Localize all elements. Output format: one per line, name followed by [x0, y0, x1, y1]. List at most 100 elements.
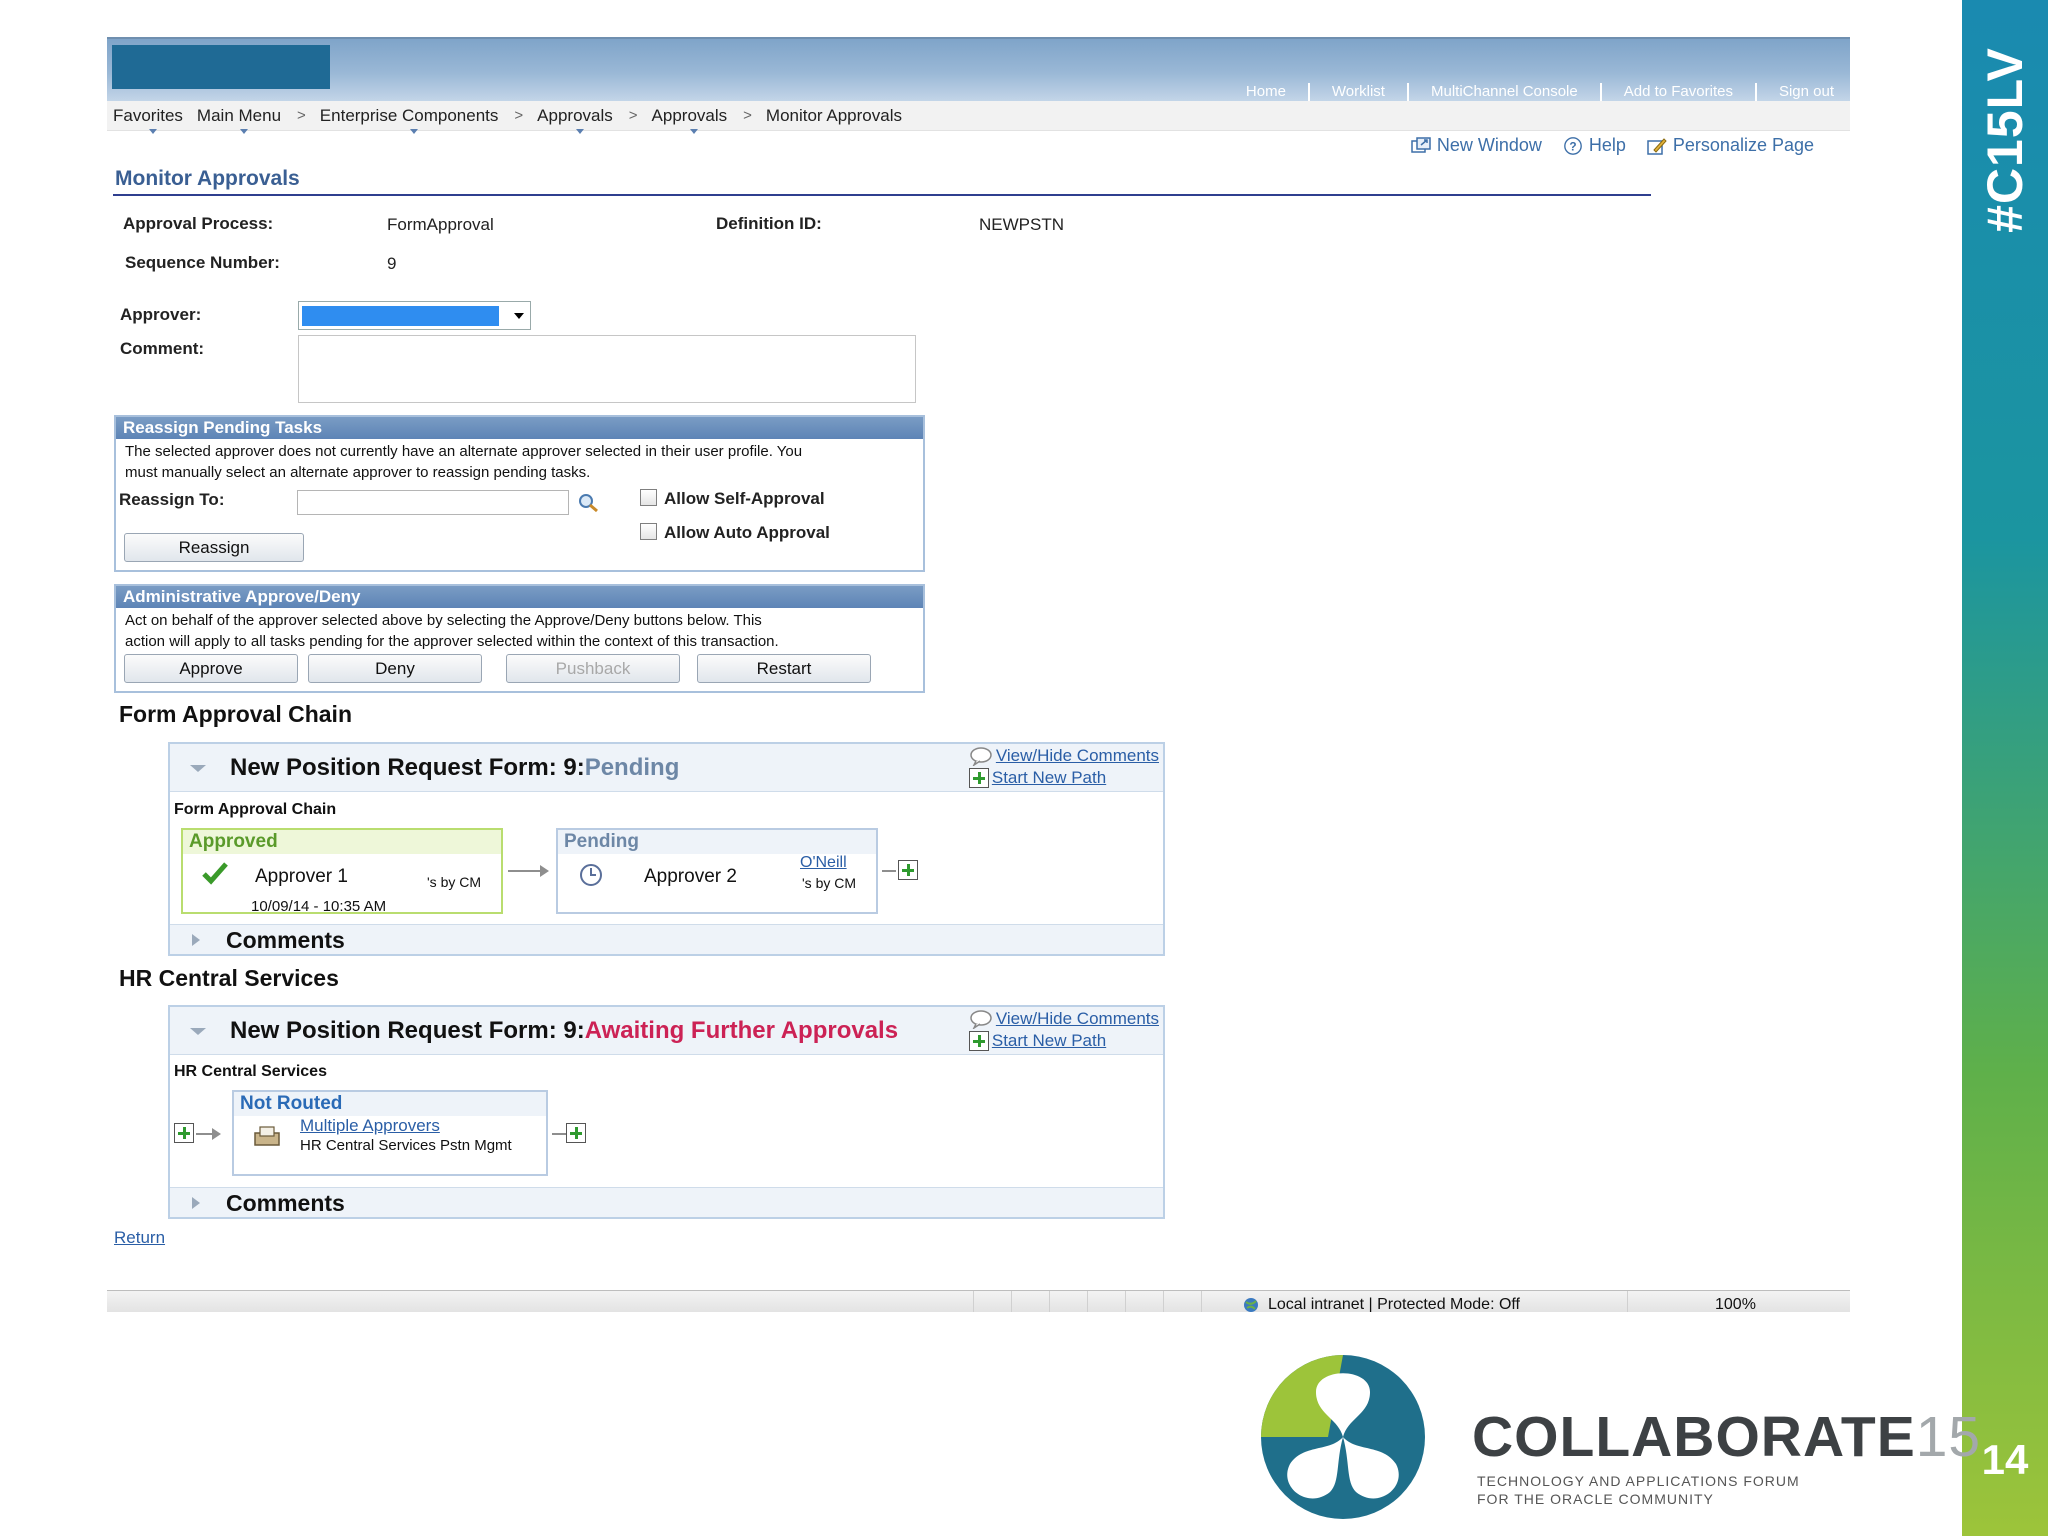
search-icon[interactable] — [576, 491, 602, 515]
step-status-not-routed: Not Routed — [234, 1092, 546, 1116]
form-chain-comments-label: Comments — [226, 927, 345, 953]
reassign-message-line1: The selected approver does not currently… — [125, 443, 803, 460]
plus-icon — [968, 1031, 989, 1051]
approver-2-meta: 's by CM — [802, 875, 857, 891]
flow-arrow-icon — [212, 1128, 221, 1140]
breadcrumb-approvals-2[interactable]: Approvals — [646, 106, 736, 134]
tagline-line2: FOR THE ORACLE COMMUNITY — [1477, 1491, 1714, 1507]
hr-central-services-title: HR Central Services — [119, 965, 339, 991]
globe-icon — [1244, 1298, 1258, 1312]
brand-logo — [112, 45, 330, 89]
page-title: Monitor Approvals — [115, 167, 300, 190]
admin-message: Act on behalf of the approver selected a… — [125, 610, 779, 652]
reassign-to-input[interactable] — [297, 490, 569, 515]
multiple-approvers-link[interactable]: Multiple Approvers — [300, 1116, 440, 1136]
slide-hashtag: #C15LV — [1977, 47, 2033, 233]
hr-central-services-box: New Position Request Form: 9:Awaiting Fu… — [168, 1005, 1165, 1219]
help-icon: ? — [1564, 136, 1582, 155]
help-link[interactable]: ? Help — [1562, 135, 1626, 156]
breadcrumb-approvals-1[interactable]: Approvals — [531, 106, 621, 134]
comment-bubble-icon — [970, 747, 992, 766]
deny-button[interactable]: Deny — [308, 654, 482, 683]
approval-step-approved: Approved Approver 1 's by CM 10/09/14 - … — [181, 828, 503, 914]
page-links: New Window ? Help Personalize Page — [1410, 135, 1814, 156]
comment-textarea[interactable] — [298, 335, 916, 403]
flow-connector — [882, 870, 896, 872]
svg-text:?: ? — [1569, 139, 1576, 153]
add-step-plus-icon[interactable] — [566, 1123, 586, 1143]
approve-button[interactable]: Approve — [124, 654, 298, 683]
reassign-pending-tasks-box: Reassign Pending Tasks The selected appr… — [114, 415, 925, 572]
top-link-add-to-favorites[interactable]: Add to Favorites — [1602, 83, 1757, 101]
collaborate-tagline: TECHNOLOGY AND APPLICATIONS FORUM FOR TH… — [1477, 1472, 1800, 1508]
clock-icon — [580, 864, 602, 886]
hr-chain-comments-bar[interactable]: Comments — [170, 1187, 1163, 1217]
add-step-plus-icon[interactable] — [898, 860, 918, 880]
zoom-level[interactable]: 100% — [1715, 1296, 1756, 1312]
status-cell — [1163, 1291, 1164, 1312]
hr-chain-status: Awaiting Further Approvals — [584, 1017, 899, 1044]
return-link[interactable]: Return — [114, 1228, 165, 1248]
form-chain-title: New Position Request Form: 9:Pending — [230, 754, 680, 781]
collapse-icon[interactable] — [190, 765, 206, 772]
security-zone: Local intranet | Protected Mode: Off — [1242, 1296, 1520, 1312]
breadcrumb-favorites[interactable]: Favorites — [107, 106, 191, 134]
top-link-home[interactable]: Home — [1224, 83, 1310, 101]
sequence-number-label: Sequence Number: — [125, 253, 280, 272]
start-new-path-link[interactable]: Start New Path — [968, 767, 1159, 789]
top-nav: Home Worklist MultiChannel Console Add t… — [1224, 83, 1836, 101]
flow-arrow-icon — [540, 865, 549, 877]
admin-approve-deny-box: Administrative Approve/Deny Act on behal… — [114, 584, 925, 693]
collapse-icon[interactable] — [190, 1028, 206, 1035]
dropdown-icon — [575, 128, 584, 134]
breadcrumb-main-menu[interactable]: Main Menu — [191, 106, 289, 134]
allow-auto-approval-checkbox[interactable] — [640, 523, 657, 540]
form-chain-links: View/Hide Comments Start New Path — [968, 745, 1159, 789]
restart-button[interactable]: Restart — [697, 654, 871, 683]
approval-step-pending: Pending Approver 2 O'Neill 's by CM — [556, 828, 878, 914]
status-cell — [973, 1291, 974, 1312]
admin-header: Administrative Approve/Deny — [116, 586, 923, 608]
admin-message-line1: Act on behalf of the approver selected a… — [125, 612, 762, 629]
reassign-button[interactable]: Reassign — [124, 533, 304, 562]
approver-select[interactable] — [298, 301, 531, 330]
personalize-page-link[interactable]: Personalize Page — [1646, 135, 1814, 156]
status-cell — [1049, 1291, 1050, 1312]
breadcrumb-separator: > — [743, 107, 752, 124]
hr-chain-sublabel: HR Central Services — [174, 1063, 327, 1080]
approval-process-label: Approval Process: — [123, 214, 274, 233]
step-status-approved: Approved — [183, 830, 501, 854]
form-chain-status: Pending — [584, 754, 680, 781]
start-new-path-link[interactable]: Start New Path — [968, 1030, 1159, 1052]
sequence-number-value: 9 — [387, 254, 397, 273]
flow-connector — [552, 1133, 566, 1135]
status-cell — [1087, 1291, 1088, 1312]
breadcrumb-separator: > — [628, 107, 638, 124]
hr-step-description: HR Central Services Pstn Mgmt — [300, 1137, 512, 1154]
app-window: Home Worklist MultiChannel Console Add t… — [107, 37, 1850, 1312]
top-link-sign-out[interactable]: Sign out — [1757, 83, 1836, 101]
admin-message-line2: action will apply to all tasks pending f… — [125, 633, 779, 650]
allow-self-approval-label: Allow Self-Approval — [664, 489, 825, 508]
breadcrumb-monitor-approvals: Monitor Approvals — [765, 105, 902, 125]
form-chain-comments-bar[interactable]: Comments — [170, 924, 1163, 954]
new-window-link[interactable]: New Window — [1410, 135, 1542, 156]
dropdown-icon — [148, 128, 157, 134]
allow-self-approval-checkbox[interactable] — [640, 489, 657, 506]
approver-selected-value — [302, 306, 499, 326]
approver-2-link[interactable]: O'Neill — [800, 854, 847, 872]
status-cell — [1125, 1291, 1126, 1312]
approval-process-value: FormApproval — [387, 215, 494, 234]
breadcrumb: Favorites Main Menu > Enterprise Compone… — [107, 101, 1850, 134]
comment-label: Comment: — [120, 339, 205, 358]
dropdown-icon — [239, 128, 248, 134]
new-window-icon — [1411, 136, 1431, 153]
add-step-plus-icon[interactable] — [174, 1123, 194, 1143]
top-link-worklist[interactable]: Worklist — [1310, 83, 1409, 101]
expand-icon — [192, 934, 200, 946]
breadcrumb-enterprise-components[interactable]: Enterprise Components — [314, 106, 507, 134]
view-hide-comments-link[interactable]: View/Hide Comments — [969, 1008, 1159, 1030]
view-hide-comments-link[interactable]: View/Hide Comments — [969, 745, 1159, 767]
top-link-multichannel-console[interactable]: MultiChannel Console — [1409, 83, 1602, 101]
hr-chain-title: New Position Request Form: 9:Awaiting Fu… — [230, 1017, 899, 1044]
